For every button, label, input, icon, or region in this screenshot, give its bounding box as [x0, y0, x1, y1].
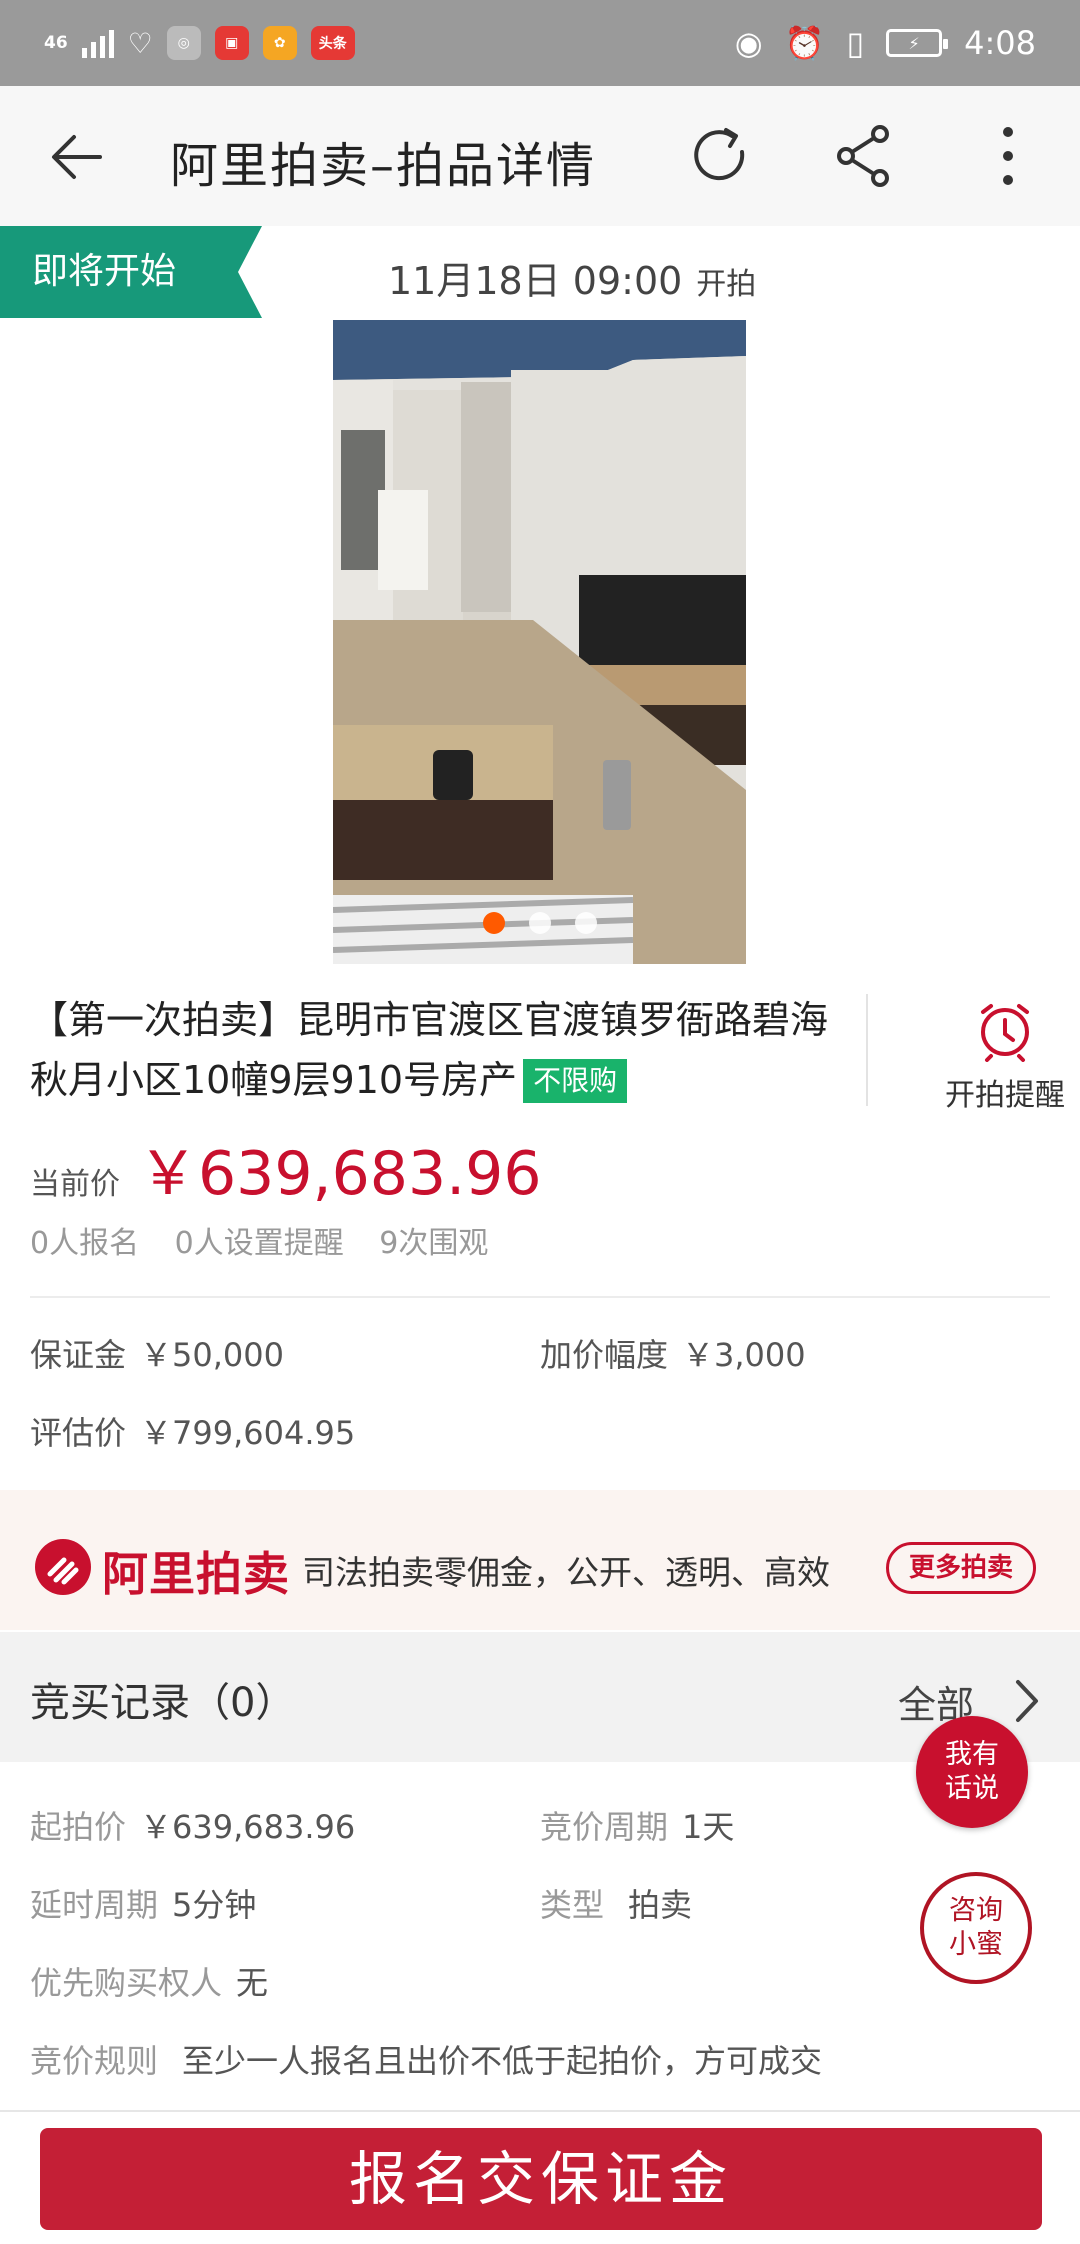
app-icon-3: ✿ — [262, 26, 297, 60]
consult-line-1: 咨询 — [949, 1895, 1003, 1926]
comment-float-button[interactable]: 我有 话说 — [916, 1716, 1028, 1828]
more-menu-icon[interactable] — [974, 122, 1042, 190]
alarm-icon: ⏰ — [784, 24, 825, 62]
type-row: 类型 拍卖 — [540, 1880, 692, 1926]
auction-banner: 即将开始 11月18日 09:00 开拍 — [0, 226, 1080, 318]
increment-row: 加价幅度 ￥3,000 — [540, 1330, 806, 1376]
register-deposit-button[interactable]: 报名交保证金 — [40, 2128, 1042, 2230]
priority-row: 优先购买权人无 — [30, 1958, 268, 2004]
status-right: ◉ ⏰ ▯ ⚡ 4:08 — [735, 24, 1036, 62]
status-left: 46 ♡ ◎ ▣ ✿ 头条 — [44, 26, 355, 60]
increment-value: ￥3,000 — [682, 1336, 806, 1374]
type-value: 拍卖 — [628, 1886, 693, 1924]
appraisal-label: 评估价 — [30, 1414, 127, 1452]
appraisal-row: 评估价 ￥799,604.95 — [30, 1408, 355, 1454]
lot-photo[interactable] — [333, 320, 746, 964]
news-app-badge: 头条 — [310, 26, 355, 60]
increment-label: 加价幅度 — [540, 1336, 669, 1374]
bid-period-value: 1天 — [682, 1808, 735, 1846]
gallery-dot-1[interactable] — [482, 912, 505, 934]
consult-assistant-button[interactable]: 咨询 小蜜 — [920, 1872, 1032, 1984]
ali-auction-brand: 阿里拍卖 — [102, 1547, 290, 1601]
title-bar: 阿里拍卖–拍品详情 — [0, 86, 1080, 226]
deposit-row: 保证金 ￥50,000 — [30, 1330, 284, 1376]
share-icon[interactable] — [830, 122, 898, 190]
starting-price-row: 起拍价 ￥639,683.96 — [30, 1802, 355, 1848]
comment-line-1: 我有 — [945, 1739, 999, 1770]
app-icon-2: ▣ — [214, 26, 249, 60]
page-title: 阿里拍卖–拍品详情 — [170, 138, 597, 194]
starting-price-label: 起拍价 — [30, 1808, 127, 1846]
bid-rule-row: 竞价规则 至少一人报名且出价不低于起拍价，方可成交 — [30, 2036, 822, 2082]
start-reminder-button[interactable]: 开拍提醒 — [930, 992, 1080, 1114]
gallery-indicator — [333, 912, 746, 934]
battery-icon: ⚡ — [886, 29, 949, 57]
bid-records-header[interactable]: 竞买记录（0） 全部 — [0, 1632, 1080, 1762]
room-photo-image — [333, 320, 746, 964]
status-bar: 46 ♡ ◎ ▣ ✿ 头条 ◉ ⏰ ▯ ⚡ 4:08 — [0, 0, 1080, 86]
network-type: 46 — [44, 32, 68, 53]
lot-stats: 0人报名 0人设置提醒 9次围观 — [30, 1218, 514, 1262]
priority-label: 优先购买权人 — [30, 1964, 223, 2002]
signal-icon — [81, 28, 114, 58]
deposit-label: 保证金 — [30, 1336, 127, 1374]
current-price: ￥639,683.96 — [138, 1139, 542, 1209]
start-time-value: 11月18日 09:00 — [388, 259, 683, 303]
chevron-right-icon — [1016, 1680, 1038, 1722]
refresh-icon[interactable] — [686, 122, 754, 190]
bid-period-row: 竞价周期 1天 — [540, 1802, 734, 1848]
gallery-dot-3[interactable] — [574, 912, 597, 934]
promo-slogan: 司法拍卖零佣金，公开、透明、高效 — [302, 1553, 830, 1592]
lot-title-text: 【第一次拍卖】昆明市官渡区官渡镇罗衙路碧海秋月小区10幢9层910号房产 — [30, 998, 829, 1102]
deposit-value: ￥50,000 — [140, 1336, 284, 1374]
starting-price-value: ￥639,683.96 — [140, 1808, 356, 1846]
appraisal-value: ￥799,604.95 — [140, 1414, 356, 1452]
vertical-divider — [866, 994, 868, 1106]
vibrate-icon: ▯ — [846, 24, 865, 62]
bid-period-label: 竞价周期 — [540, 1808, 669, 1846]
delay-period-value: 5分钟 — [172, 1886, 257, 1924]
type-label: 类型 — [540, 1886, 605, 1924]
health-icon: ♡ — [127, 26, 153, 60]
promo-band: 阿里拍卖 司法拍卖零佣金，公开、透明、高效 更多拍卖 — [0, 1490, 1080, 1630]
eye-icon: ◉ — [734, 24, 763, 62]
divider — [0, 2110, 1080, 2112]
ali-auction-logo-icon — [35, 1539, 91, 1595]
back-arrow-icon[interactable] — [50, 132, 104, 182]
gallery-dot-2[interactable] — [528, 912, 551, 934]
more-auctions-button[interactable]: 更多拍卖 — [886, 1542, 1036, 1594]
status-badge: 即将开始 — [0, 226, 262, 318]
current-price-label: 当前价 — [30, 1167, 120, 1202]
bid-records-title: 竞买记录（0） — [30, 1680, 296, 1726]
bid-rule-value: 至少一人报名且出价不低于起拍价，方可成交 — [182, 2042, 823, 2080]
start-time-suffix: 开拍 — [696, 267, 757, 302]
app-icon-1: ◎ — [166, 26, 201, 60]
delay-period-label: 延时周期 — [30, 1886, 159, 1924]
lot-title: 【第一次拍卖】昆明市官渡区官渡镇罗衙路碧海秋月小区10幢9层910号房产 不限购 — [30, 990, 850, 1110]
clock: 4:08 — [964, 24, 1036, 62]
comment-line-2: 话说 — [945, 1773, 999, 1804]
start-time: 11月18日 09:00 开拍 — [388, 250, 756, 305]
current-price-row: 当前价 ￥639,683.96 — [30, 1125, 542, 1212]
start-reminder-label: 开拍提醒 — [945, 1078, 1065, 1113]
view-count: 9次围观 — [379, 1226, 489, 1261]
purchase-limit-tag: 不限购 — [523, 1059, 628, 1103]
consult-line-2: 小蜜 — [949, 1929, 1003, 1960]
bottom-action-bar: 报名交保证金 — [0, 2114, 1080, 2244]
priority-value: 无 — [236, 1964, 269, 2002]
divider — [30, 1296, 1050, 1298]
signup-count: 0人报名 — [30, 1226, 140, 1261]
alarm-clock-icon — [981, 1004, 1029, 1062]
bid-rule-label: 竞价规则 — [30, 2042, 159, 2080]
delay-period-row: 延时周期 5分钟 — [30, 1880, 256, 1926]
reminder-count: 0人设置提醒 — [174, 1226, 344, 1261]
